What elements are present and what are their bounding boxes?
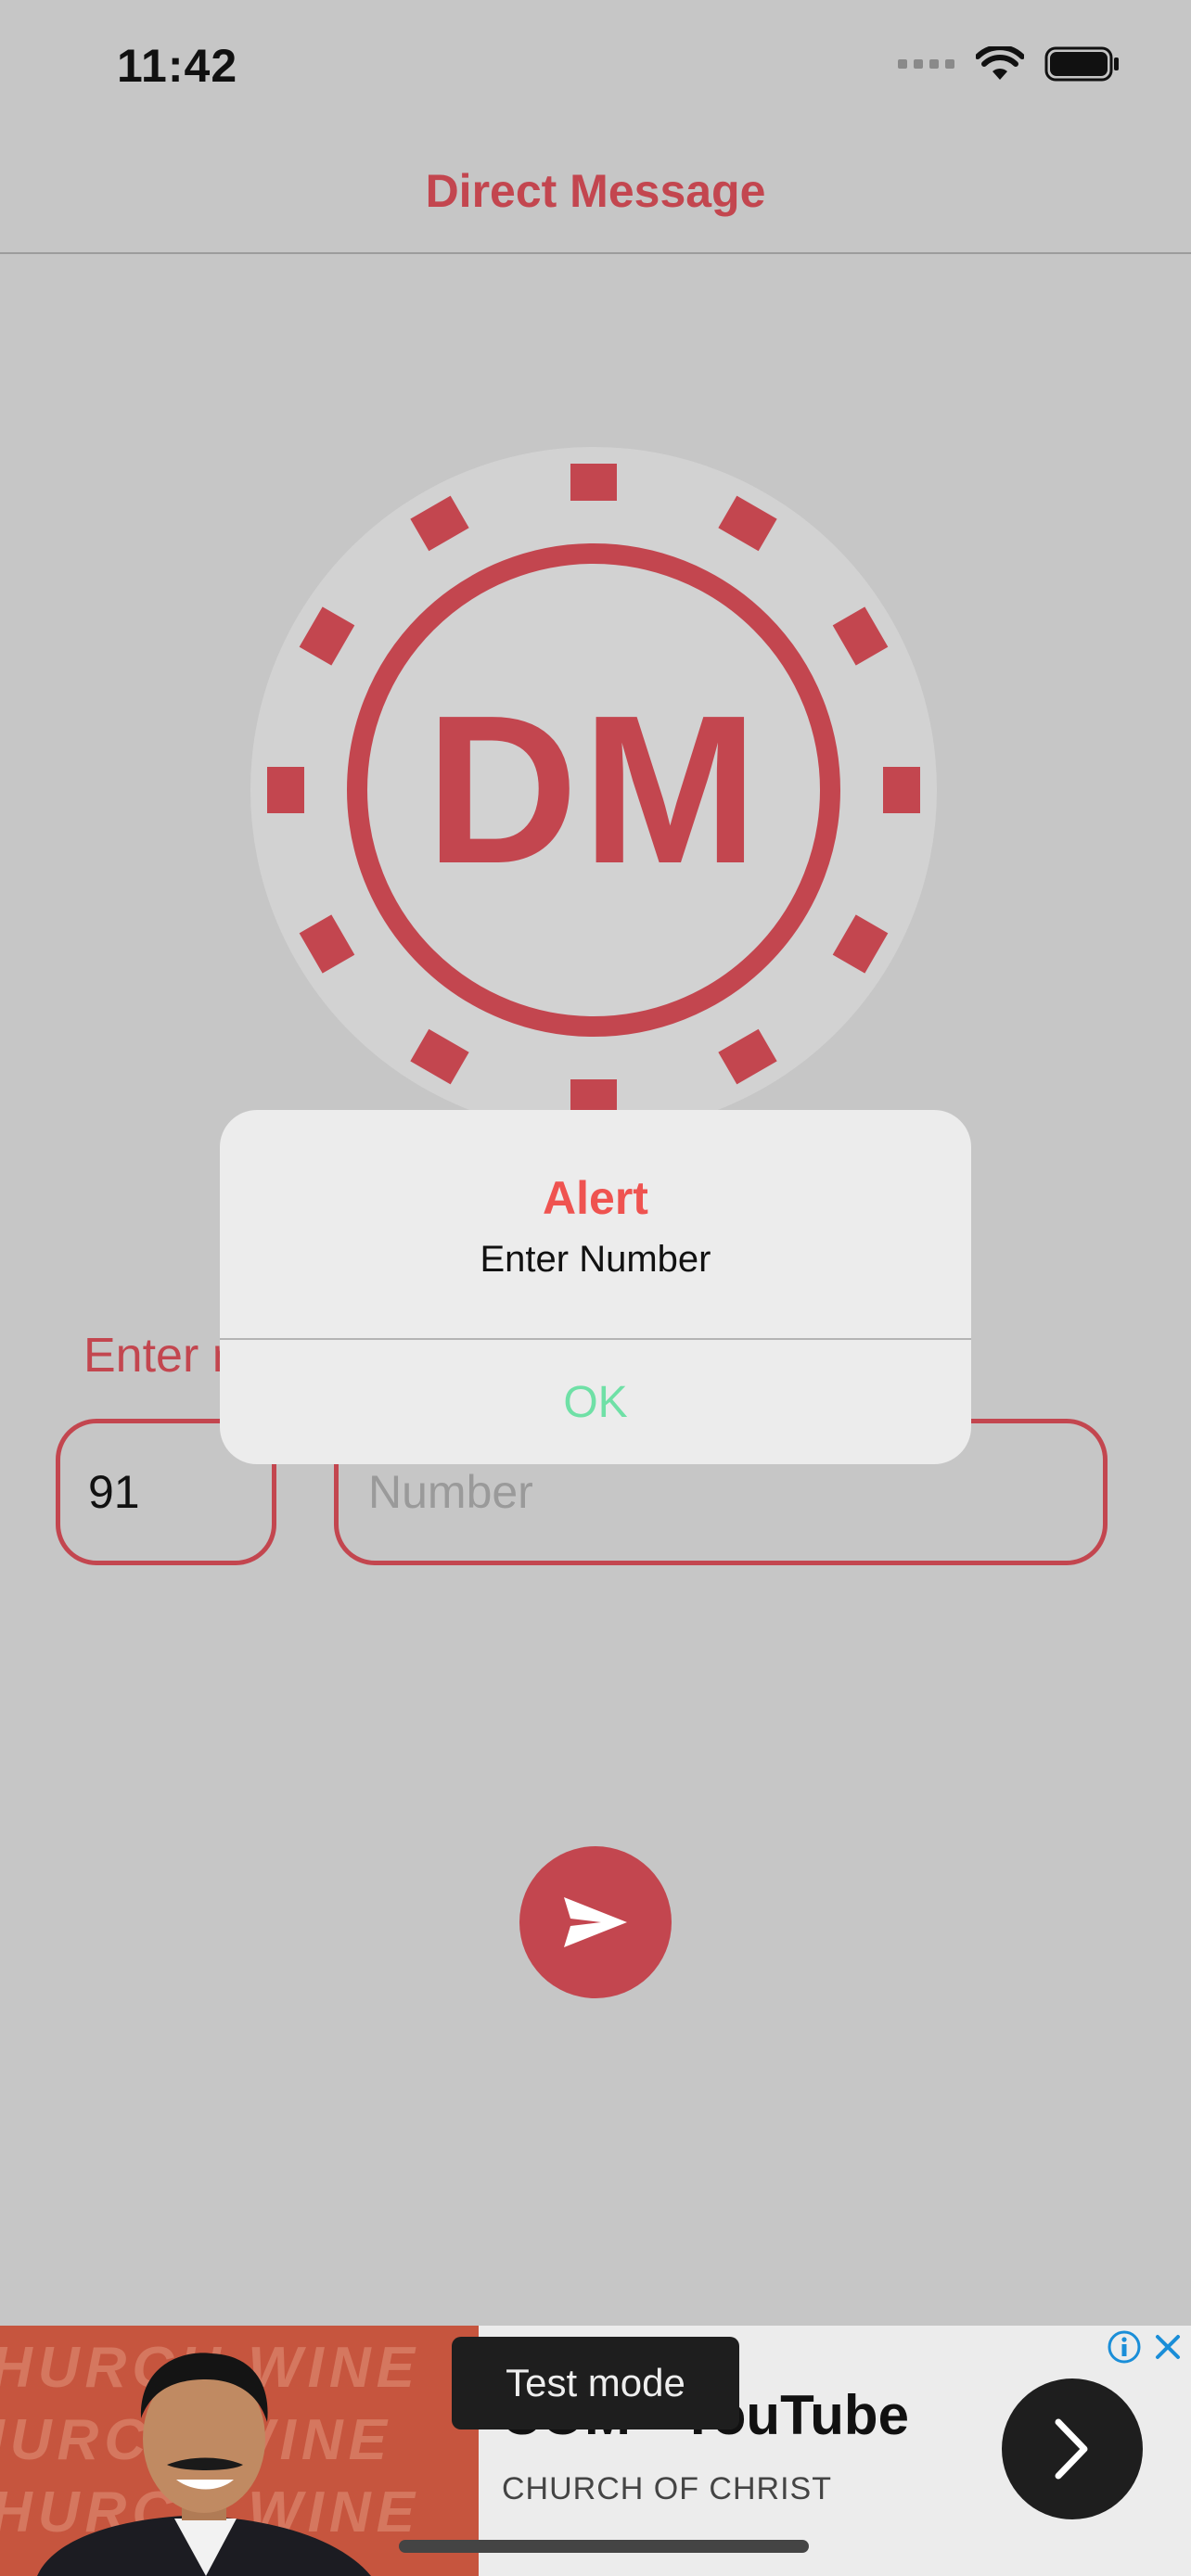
dm-logo: DM xyxy=(250,447,937,1133)
send-button[interactable] xyxy=(519,1846,672,1998)
send-icon xyxy=(564,1897,627,1947)
ad-image[interactable]: HURCH WINE HURCH WINE HURCH WINE xyxy=(0,2326,479,2576)
test-mode-badge: Test mode xyxy=(452,2337,739,2429)
status-icons xyxy=(898,46,1121,82)
ad-open-button[interactable] xyxy=(1002,2378,1143,2519)
status-bar: 11:42 xyxy=(0,0,1191,130)
battery-icon xyxy=(1044,46,1119,82)
wifi-icon xyxy=(976,46,1024,80)
ad-subtitle: CHURCH OF CHRIST xyxy=(502,2471,832,2506)
alert-title: Alert xyxy=(543,1172,648,1224)
person-photo xyxy=(37,2353,371,2576)
logo-text: DM xyxy=(426,672,762,908)
navigation-bar: Direct Message xyxy=(0,130,1191,254)
home-indicator xyxy=(399,2540,809,2553)
page-title: Direct Message xyxy=(425,165,766,217)
ad-close-icon[interactable] xyxy=(1150,2329,1185,2365)
phone-number-input[interactable] xyxy=(366,1464,1103,1520)
chevron-right-icon xyxy=(1055,2418,1088,2480)
enter-number-label: Enter r xyxy=(83,1329,229,1383)
signal-icon xyxy=(898,59,954,69)
alert-ok-button[interactable]: OK xyxy=(220,1340,971,1464)
status-time: 11:42 xyxy=(117,40,238,92)
ad-info-icon[interactable] xyxy=(1107,2329,1142,2365)
alert-dialog: Alert Enter Number OK xyxy=(220,1110,971,1464)
alert-message: Enter Number xyxy=(480,1239,711,1280)
